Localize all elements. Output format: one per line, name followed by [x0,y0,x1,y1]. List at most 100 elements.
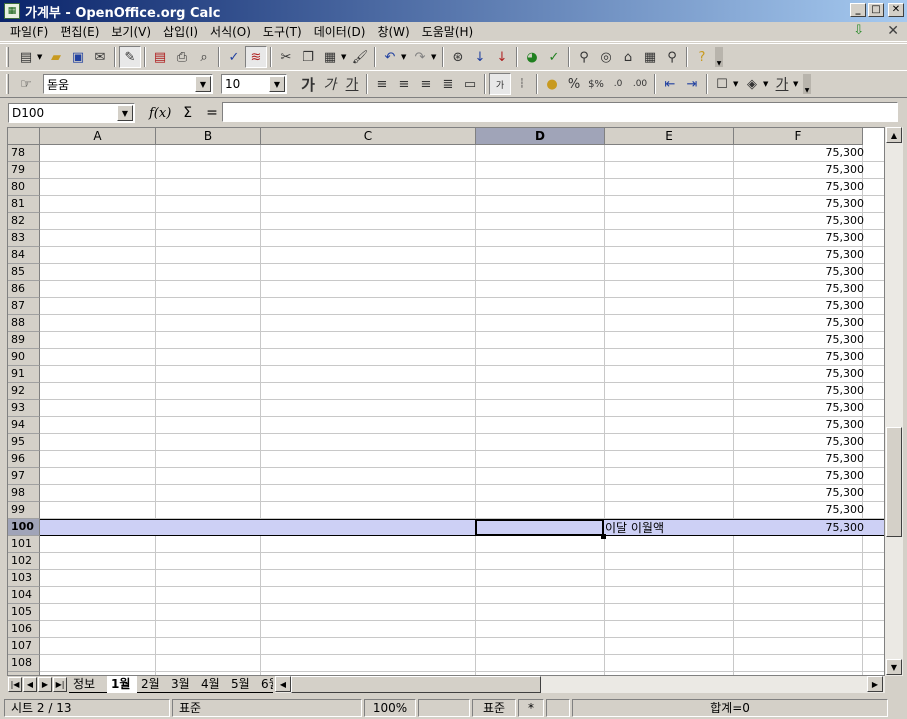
table-row[interactable] [40,655,884,672]
row-header-106[interactable]: 106 [8,621,40,638]
number-format-standard-button[interactable]: $% [585,73,607,95]
table-row[interactable]: 75,300 [40,468,884,485]
select-all-corner[interactable] [8,128,40,145]
row-header-85[interactable]: 85 [8,264,40,281]
function-wizard-button[interactable]: f(x) [149,106,171,121]
cell-e100[interactable]: 이달 이월액 [605,520,664,536]
cell-f92[interactable]: 75,300 [738,383,865,399]
row-header-103[interactable]: 103 [8,570,40,587]
row-header-99[interactable]: 99 [8,502,40,519]
menu-edit[interactable]: 편집(E) [54,23,105,40]
data-sources-icon[interactable]: ▦ [639,46,661,68]
delete-decimal-icon[interactable]: .00 [629,73,651,95]
copy-icon[interactable]: ❐ [297,46,319,68]
table-row[interactable]: 75,300 [40,400,884,417]
row-header-87[interactable]: 87 [8,298,40,315]
status-signature[interactable] [546,698,570,717]
table-row[interactable] [40,638,884,655]
table-row[interactable]: 75,300 [40,179,884,196]
cell-f83[interactable]: 75,300 [738,230,865,246]
cell-f82[interactable]: 75,300 [738,213,865,229]
menu-data[interactable]: 데이터(D) [308,23,372,40]
row-header-105[interactable]: 105 [8,604,40,621]
minimize-button[interactable]: _ [850,3,866,17]
toolbar-grip[interactable] [6,47,9,67]
cell-f95[interactable]: 75,300 [738,434,865,450]
text-vertical-icon[interactable]: ┆ [511,73,533,95]
toolbar-grip[interactable] [6,74,9,94]
active-cell-cursor[interactable] [475,519,604,536]
cell-f98[interactable]: 75,300 [738,485,865,501]
row-header-97[interactable]: 97 [8,468,40,485]
row-header-79[interactable]: 79 [8,162,40,179]
gallery-icon[interactable]: ⌂ [617,46,639,68]
redo-icon[interactable]: ↷ [409,46,431,68]
last-sheet-button[interactable]: ▶| [53,677,67,692]
table-row[interactable]: 75,300 [40,315,884,332]
cell-f80[interactable]: 75,300 [738,179,865,195]
table-row[interactable]: 75,300 [40,247,884,264]
menu-help[interactable]: 도움말(H) [416,23,480,40]
sum-button[interactable]: Σ [183,105,192,121]
menu-view[interactable]: 보기(V) [105,23,157,40]
name-box-dropdown-icon[interactable]: ▼ [117,105,133,121]
name-box[interactable]: D100 ▼ [8,103,135,123]
toolbar-overflow-button[interactable]: ▼ [715,47,723,67]
new-dropdown-icon[interactable]: ▼ [37,53,45,61]
scroll-down-button[interactable]: ▼ [886,659,902,675]
row-header-96[interactable]: 96 [8,451,40,468]
redo-dropdown-icon[interactable]: ▼ [431,53,439,61]
toolbar-overflow-button[interactable]: ▼ [803,74,811,94]
function-button[interactable]: = [206,105,218,121]
scroll-up-button[interactable]: ▲ [886,127,902,143]
table-row[interactable]: 75,300 [40,383,884,400]
row-header-88[interactable]: 88 [8,315,40,332]
font-size-combo[interactable]: 10 ▼ [221,74,287,94]
column-header-e[interactable]: E [605,128,734,145]
spreadsheet-grid[interactable]: A B C D E F 78 75,300 79 75,300 80 75,300 81 75,300 82… [7,127,885,676]
sort-descending-icon[interactable]: ↓ [491,46,513,68]
open-folder-icon[interactable]: ▰ [45,46,67,68]
align-right-icon[interactable]: ≡ [415,73,437,95]
vertical-scrollbar[interactable]: ▲ ▼ [885,127,903,676]
help-icon[interactable]: ? [691,46,713,68]
cell-f91[interactable]: 75,300 [738,366,865,382]
horizontal-scroll-thumb[interactable] [291,676,541,693]
spellcheck-icon[interactable]: ✓ [223,46,245,68]
menu-tools[interactable]: 도구(T) [257,23,308,40]
justify-icon[interactable]: ≣ [437,73,459,95]
menu-window[interactable]: 창(W) [371,23,415,40]
calc-app-icon[interactable]: ▦ [4,3,20,19]
row-header-104[interactable]: 104 [8,587,40,604]
bold-button[interactable]: 가 [297,73,319,95]
row-header-82[interactable]: 82 [8,213,40,230]
add-decimal-icon[interactable]: .0 [607,73,629,95]
column-header-b[interactable]: B [156,128,261,145]
cell-f84[interactable]: 75,300 [738,247,865,263]
print-icon[interactable]: ⎙ [171,46,193,68]
table-row[interactable]: 75,300 [40,230,884,247]
borders-icon[interactable]: ☐ [711,73,733,95]
cell-f94[interactable]: 75,300 [738,417,865,433]
cell-f97[interactable]: 75,300 [738,468,865,484]
prev-sheet-button[interactable]: ◀ [23,677,37,692]
font-color-button[interactable]: 가 [771,73,793,95]
export-pdf-icon[interactable]: ▤ [149,46,171,68]
navigator-icon[interactable]: ◎ [595,46,617,68]
decrease-indent-icon[interactable]: ⇤ [659,73,681,95]
table-row[interactable]: 75,300 [40,451,884,468]
table-row[interactable]: 75,300 이달 이월액 [40,519,884,539]
paste-icon[interactable]: ▦ [319,46,341,68]
row-header-81[interactable]: 81 [8,196,40,213]
cell-f85[interactable]: 75,300 [738,264,865,280]
sheet-tab[interactable]: 5월 [227,676,257,693]
cell-f86[interactable]: 75,300 [738,281,865,297]
table-row[interactable]: 75,300 [40,145,884,162]
column-header-d[interactable]: D [476,128,605,145]
table-row[interactable] [40,553,884,570]
maximize-button[interactable]: □ [868,3,884,17]
styles-formatting-icon[interactable]: ☞ [15,73,37,95]
sheet-tab[interactable]: 3월 [167,676,197,693]
row-header-98[interactable]: 98 [8,485,40,502]
cell-f93[interactable]: 75,300 [738,400,865,416]
